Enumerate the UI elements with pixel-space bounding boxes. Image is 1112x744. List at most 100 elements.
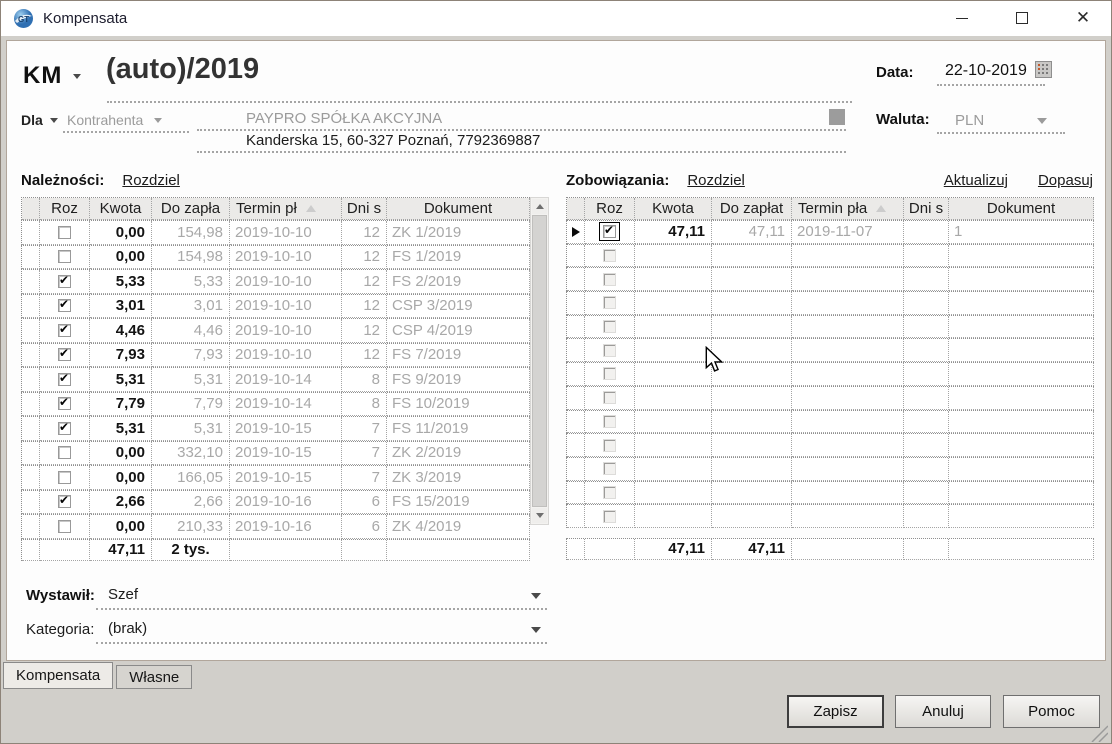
zobowiazania-empty-row[interactable] bbox=[566, 456, 1094, 481]
zobowiazania-rozdziel-link[interactable]: Rozdziel bbox=[687, 172, 745, 189]
row-marker-cell bbox=[22, 490, 40, 514]
help-button[interactable]: Pomoc bbox=[1003, 695, 1100, 728]
zobowiazania-empty-row[interactable] bbox=[566, 504, 1094, 528]
dokument-cell bbox=[949, 386, 1094, 410]
col-header-do-zaplaty[interactable]: Do zapła bbox=[152, 198, 230, 220]
roz-checkbox[interactable] bbox=[58, 225, 71, 239]
naleznosci-row[interactable]: 5,315,312019-10-157FS 11/2019 bbox=[21, 416, 530, 441]
zobowiazania-empty-row[interactable] bbox=[566, 362, 1094, 386]
kwota-cell: 4,46 bbox=[90, 319, 152, 343]
currency-select[interactable]: PLN bbox=[955, 112, 984, 129]
scrollbar-thumb[interactable] bbox=[532, 215, 547, 507]
svg-text:GT: GT bbox=[18, 15, 29, 24]
col-header-roz[interactable]: Roz bbox=[40, 198, 90, 220]
tabstrip: Kompensata Własne bbox=[3, 662, 193, 689]
close-button[interactable]: ✕ bbox=[1060, 1, 1106, 35]
row-marker-cell bbox=[567, 244, 585, 268]
col-header-dni[interactable]: Dni s bbox=[904, 198, 949, 220]
date-field[interactable]: 22-10-2019 bbox=[945, 62, 1027, 80]
naleznosci-row[interactable]: 7,797,792019-10-148FS 10/2019 bbox=[21, 391, 530, 416]
zobowiazania-row[interactable]: 47,1147,112019-11-071 bbox=[566, 220, 1094, 244]
col-header-termin[interactable]: Termin pł bbox=[230, 198, 342, 220]
dokument-cell: FS 15/2019 bbox=[387, 490, 530, 514]
summary-cell bbox=[949, 538, 1094, 560]
roz-checkbox[interactable] bbox=[58, 346, 71, 362]
roz-checkbox[interactable] bbox=[58, 420, 71, 435]
roz-checkbox[interactable] bbox=[58, 395, 71, 411]
naleznosci-row[interactable]: 2,662,662019-10-166FS 15/2019 bbox=[21, 489, 530, 514]
zobowiazania-empty-row[interactable] bbox=[566, 267, 1094, 292]
zobowiazania-empty-row[interactable] bbox=[566, 314, 1094, 339]
zobowiazania-empty-row[interactable] bbox=[566, 385, 1094, 410]
aktualizuj-link[interactable]: Aktualizuj bbox=[944, 172, 1008, 189]
naleznosci-row[interactable]: 0,00 154,98 2019-10-10 12 FS 1/2019 bbox=[21, 244, 530, 269]
tab-wlasne[interactable]: Własne bbox=[116, 665, 193, 689]
col-header-termin[interactable]: Termin pła bbox=[792, 198, 904, 220]
naleznosci-row[interactable]: 0,00 210,33 2019-10-16 6 ZK 4/2019 bbox=[21, 514, 530, 539]
cancel-button[interactable]: Anuluj bbox=[895, 695, 991, 728]
termin-cell: 2019-10-15 bbox=[230, 417, 342, 441]
kategoria-select[interactable]: (brak) bbox=[108, 620, 147, 637]
naleznosci-label: Należności: bbox=[21, 172, 105, 189]
row-marker-cell bbox=[22, 466, 40, 490]
zobowiazania-empty-row[interactable] bbox=[566, 291, 1094, 315]
doc-type-dropdown[interactable]: KM bbox=[23, 62, 81, 90]
col-header-dni[interactable]: Dni s bbox=[342, 198, 387, 220]
minimize-button[interactable] bbox=[939, 1, 985, 35]
zobowiazania-empty-row[interactable] bbox=[566, 433, 1094, 457]
wystawil-select[interactable]: Szef bbox=[108, 586, 138, 603]
col-header-kwota[interactable]: Kwota bbox=[635, 198, 712, 220]
kwota-cell bbox=[635, 315, 712, 339]
zobowiazania-empty-row[interactable] bbox=[566, 409, 1094, 434]
zobowiazania-empty-row[interactable] bbox=[566, 338, 1094, 363]
roz-cell bbox=[585, 244, 635, 268]
kontrahent-address-underline bbox=[197, 151, 846, 153]
roz-checkbox[interactable] bbox=[58, 371, 71, 386]
row-marker-cell bbox=[22, 294, 40, 318]
kontrahent-picker-button[interactable] bbox=[829, 109, 845, 125]
naleznosci-row[interactable]: 7,937,932019-10-1012FS 7/2019 bbox=[21, 342, 530, 367]
scroll-up-button[interactable] bbox=[532, 199, 547, 214]
col-header-roz[interactable]: Roz bbox=[585, 198, 635, 220]
roz-checkbox[interactable] bbox=[58, 519, 71, 533]
zobowiazania-empty-row[interactable] bbox=[566, 480, 1094, 505]
kontrahent-type-dropdown[interactable]: Kontrahenta bbox=[67, 112, 163, 128]
maximize-button[interactable] bbox=[999, 1, 1045, 35]
col-header-dokument[interactable]: Dokument bbox=[949, 198, 1094, 220]
zobowiazania-empty-row[interactable] bbox=[566, 243, 1094, 268]
kategoria-label: Kategoria: bbox=[26, 621, 95, 638]
roz-cell bbox=[585, 221, 635, 244]
roz-checkbox[interactable] bbox=[603, 223, 616, 239]
roz-checkbox[interactable] bbox=[58, 322, 71, 337]
roz-checkbox[interactable] bbox=[58, 446, 71, 460]
roz-checkbox[interactable] bbox=[58, 273, 71, 288]
roz-cell bbox=[585, 481, 635, 505]
naleznosci-row[interactable]: 4,464,462019-10-1012CSP 4/2019 bbox=[21, 318, 530, 343]
naleznosci-summary-row: 47,11 2 tys. bbox=[21, 538, 530, 561]
col-header-kwota[interactable]: Kwota bbox=[90, 198, 152, 220]
roz-checkbox[interactable] bbox=[58, 250, 71, 264]
tab-kompensata[interactable]: Kompensata bbox=[3, 662, 114, 689]
termin-cell bbox=[792, 315, 904, 339]
dopasuj-link[interactable]: Dopasuj bbox=[1038, 172, 1093, 189]
calendar-icon[interactable] bbox=[1035, 61, 1052, 78]
kontrahent-name-field[interactable]: PAYPRO SPÓŁKA AKCYJNA bbox=[246, 110, 442, 127]
naleznosci-row[interactable]: 5,315,312019-10-148FS 9/2019 bbox=[21, 367, 530, 392]
naleznosci-row[interactable]: 0,00 332,10 2019-10-15 7 ZK 2/2019 bbox=[21, 440, 530, 465]
scroll-down-button[interactable] bbox=[532, 508, 547, 523]
save-button[interactable]: Zapisz bbox=[787, 695, 884, 728]
naleznosci-row[interactable]: 3,013,012019-10-1012CSP 3/2019 bbox=[21, 293, 530, 318]
roz-checkbox[interactable] bbox=[58, 493, 71, 509]
col-header-dokument[interactable]: Dokument bbox=[387, 198, 530, 220]
col-header-do-zaplaty[interactable]: Do zapłat bbox=[712, 198, 792, 220]
resize-grip[interactable] bbox=[1090, 724, 1108, 742]
dla-dropdown[interactable]: Dla bbox=[21, 112, 58, 128]
roz-checkbox[interactable] bbox=[58, 297, 71, 313]
naleznosci-rozdziel-link[interactable]: Rozdziel bbox=[122, 172, 180, 189]
naleznosci-row[interactable]: 0,00 166,05 2019-10-15 7 ZK 3/2019 bbox=[21, 465, 530, 490]
vertical-scrollbar[interactable] bbox=[530, 197, 549, 525]
roz-checkbox[interactable] bbox=[58, 470, 71, 484]
naleznosci-row[interactable]: 0,00 154,98 2019-10-10 12 ZK 1/2019 bbox=[21, 220, 530, 245]
naleznosci-table: Roz Kwota Do zapła Termin pł Dni s Dokum… bbox=[21, 197, 549, 561]
naleznosci-row[interactable]: 5,335,332019-10-1012FS 2/2019 bbox=[21, 269, 530, 294]
